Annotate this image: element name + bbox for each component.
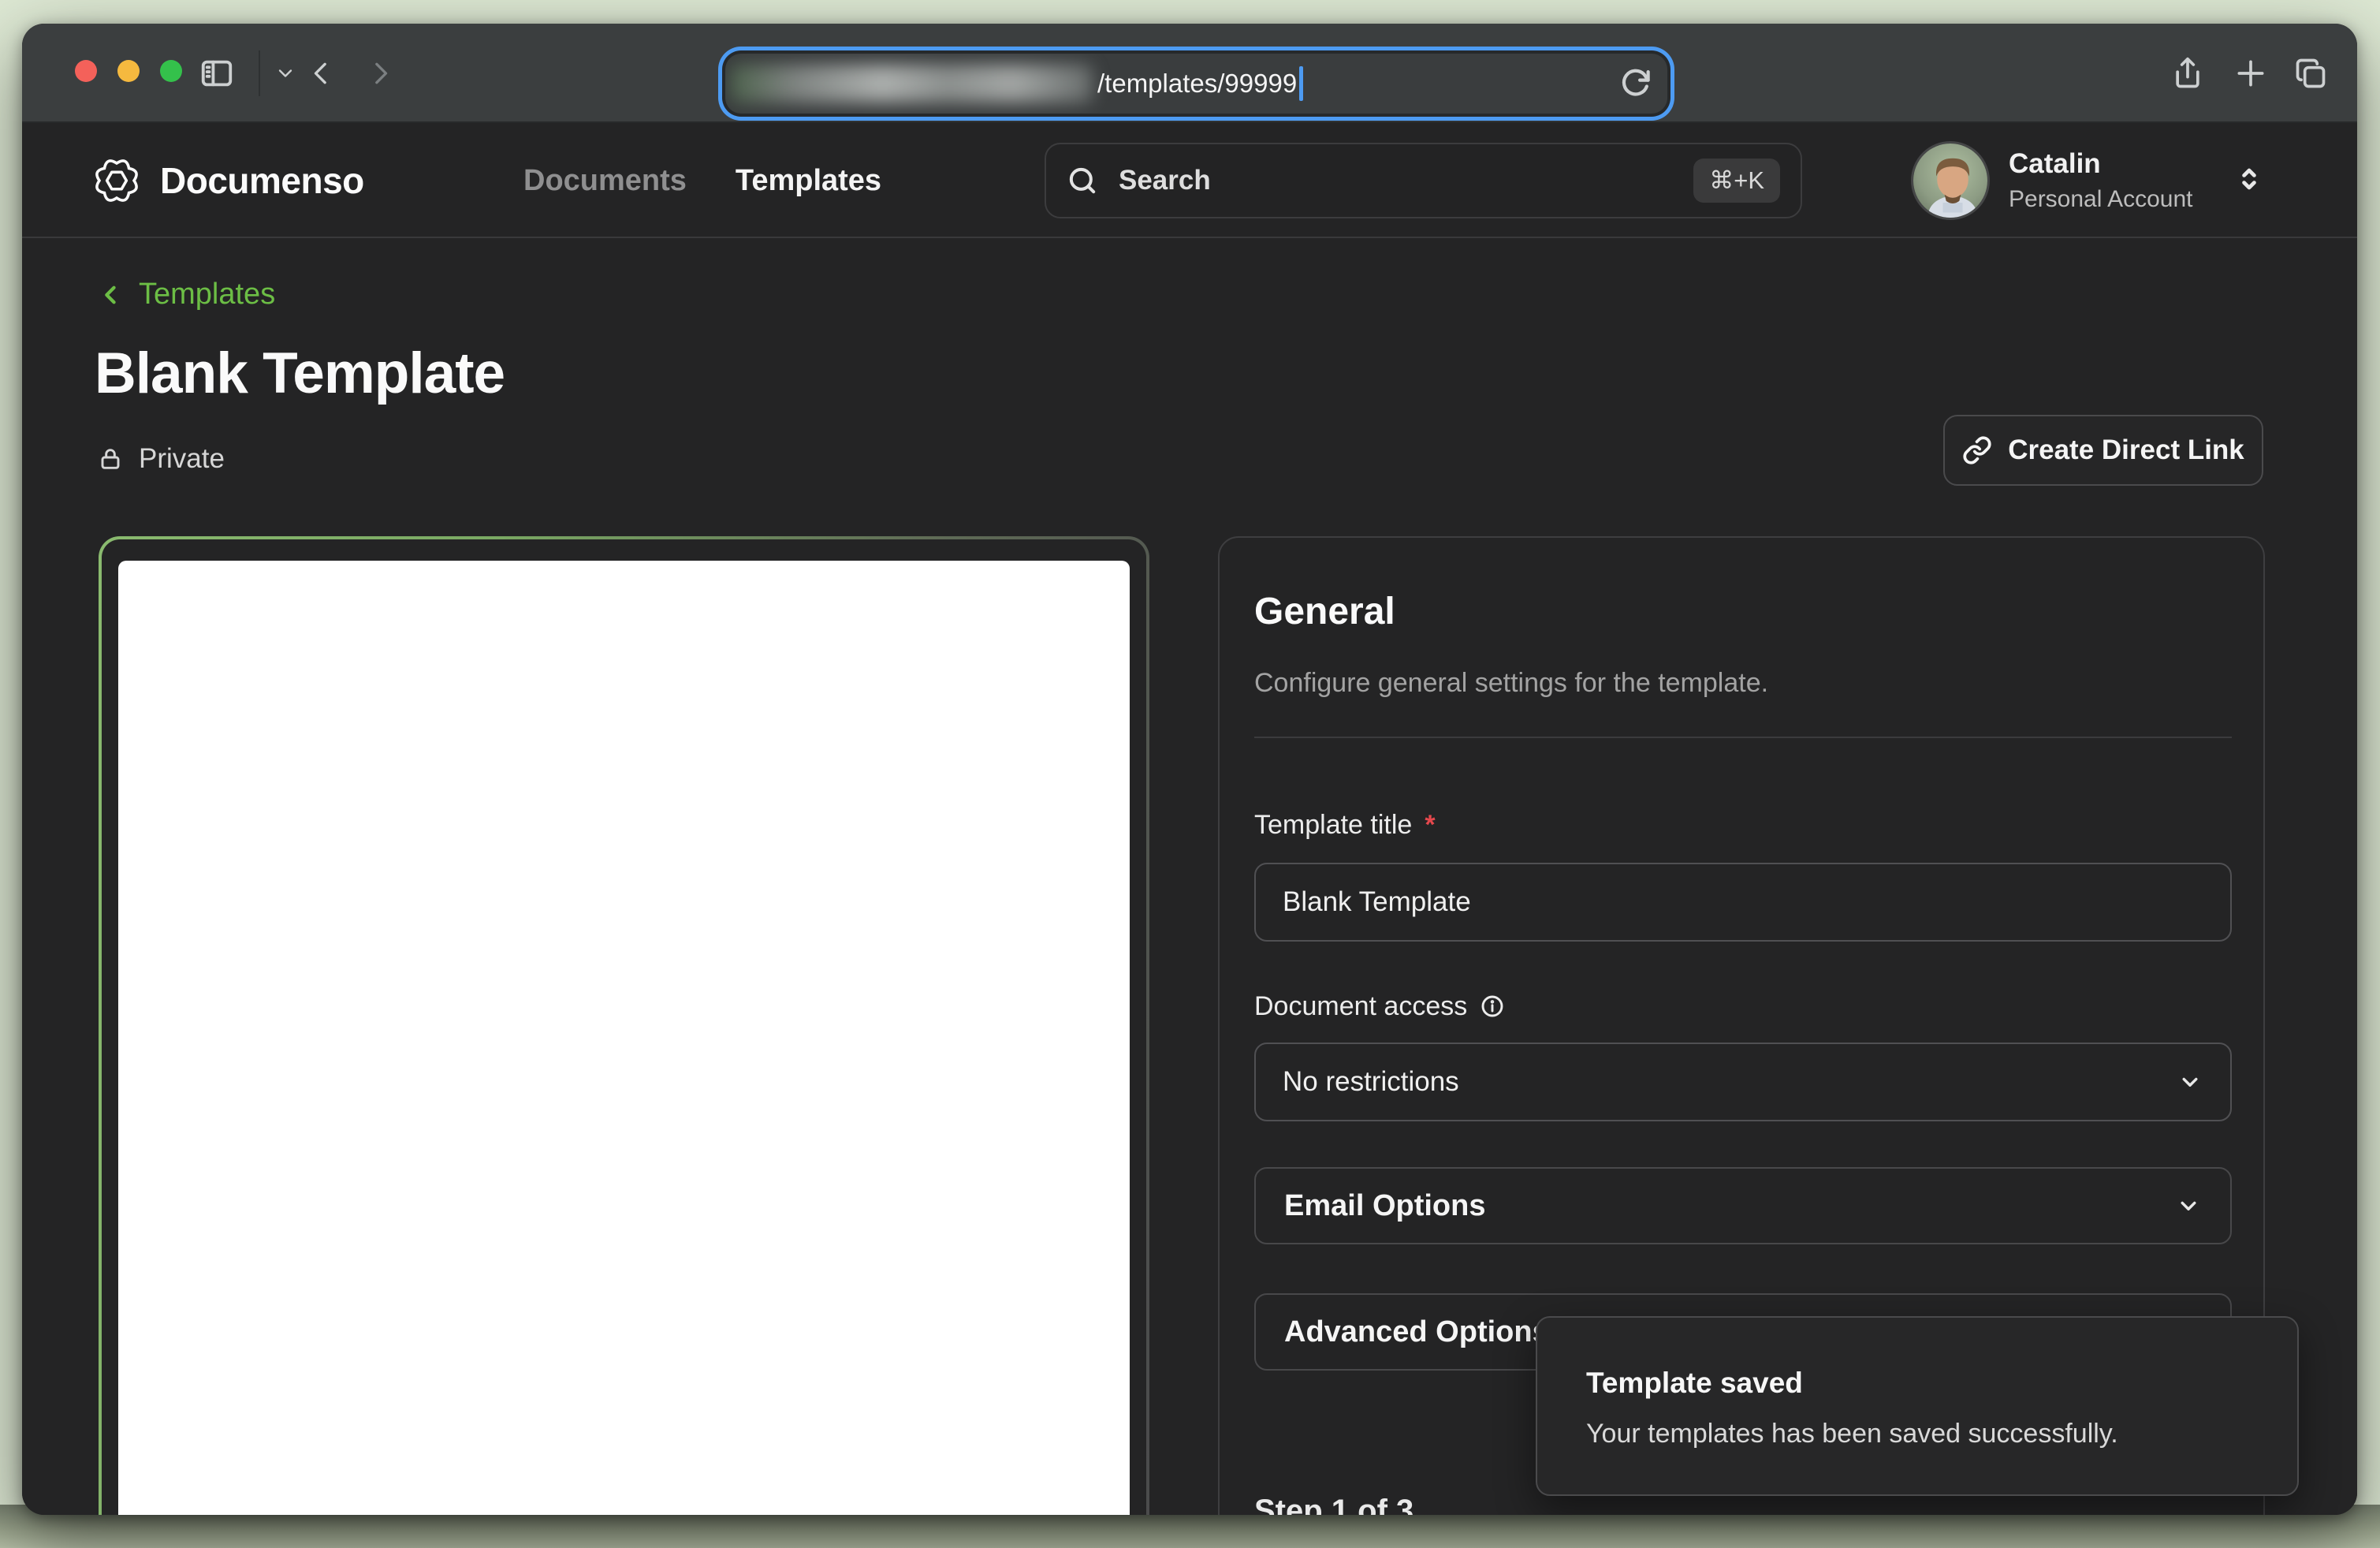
text-caret: [1299, 66, 1303, 101]
nav-item-documents[interactable]: Documents: [523, 164, 687, 198]
sidebar-toggle-button[interactable]: [193, 24, 240, 123]
zoom-window-button[interactable]: [160, 60, 182, 82]
new-tab-button[interactable]: [2223, 24, 2278, 123]
traffic-lights: [75, 60, 182, 82]
address-bar[interactable]: /templates/99999: [725, 54, 1667, 114]
back-button[interactable]: [298, 24, 345, 123]
chevron-down-icon: [2177, 1069, 2203, 1095]
browser-window: /templates/99999: [22, 24, 2357, 1515]
back-icon: [306, 58, 337, 89]
template-preview-card: [99, 536, 1149, 1515]
forward-icon: [364, 58, 396, 89]
brand-name: Documenso: [160, 159, 364, 202]
chevron-down-icon: [2175, 1192, 2202, 1219]
account-menu[interactable]: Catalin Personal Account: [1911, 123, 2266, 238]
step-indicator: Step 1 of 3: [1254, 1494, 2232, 1515]
reload-button[interactable]: [1618, 54, 1652, 114]
new-tab-icon: [2233, 56, 2268, 91]
breadcrumb-label: Templates: [139, 278, 275, 311]
toast-notification: Template saved Your templates has been s…: [1536, 1316, 2299, 1496]
forward-button[interactable]: [356, 24, 404, 123]
main-content: Templates Blank Template Private Create …: [22, 240, 2357, 1515]
breadcrumb[interactable]: Templates: [98, 278, 275, 311]
chevrons-up-down-icon: [2232, 162, 2266, 196]
toast-title: Template saved: [1586, 1367, 2250, 1400]
document-access-select[interactable]: No restrictions: [1254, 1043, 2232, 1121]
share-button[interactable]: [2160, 24, 2215, 123]
template-title-input[interactable]: Blank Template: [1254, 863, 2232, 942]
chevron-down-icon: [274, 62, 296, 84]
tab-overview-icon: [2293, 56, 2328, 91]
panel-description: Configure general settings for the templ…: [1254, 667, 2232, 699]
visibility-label: Private: [139, 443, 225, 475]
browser-toolbar: /templates/99999: [22, 24, 2357, 123]
avatar: [1911, 141, 1990, 220]
primary-nav: Documents Templates: [523, 123, 881, 238]
email-options-section[interactable]: Email Options: [1254, 1167, 2232, 1244]
minimize-window-button[interactable]: [117, 60, 140, 82]
app-header: Documenso Documents Templates Search ⌘+K: [22, 123, 2357, 238]
page-title: Blank Template: [95, 341, 2357, 407]
document-access-value: No restrictions: [1283, 1066, 1459, 1098]
search-icon: [1067, 165, 1098, 196]
share-icon: [2170, 56, 2205, 91]
template-preview-inner: [102, 539, 1146, 1515]
advanced-options-label: Advanced Options: [1284, 1315, 1549, 1349]
nav-item-templates[interactable]: Templates: [736, 164, 881, 198]
account-name: Catalin: [2009, 148, 2192, 180]
toast-message: Your templates has been saved successful…: [1586, 1419, 2250, 1449]
info-icon[interactable]: [1480, 994, 1505, 1019]
reload-icon: [1618, 67, 1652, 100]
panel-divider: [1254, 737, 2232, 738]
email-options-label: Email Options: [1284, 1189, 1485, 1223]
documenso-logo-icon: [91, 155, 143, 207]
url-path: /templates/99999: [1097, 69, 1297, 99]
search-shortcut-badge: ⌘+K: [1693, 159, 1780, 203]
tab-overview-button[interactable]: [2283, 24, 2338, 123]
lock-icon: [98, 446, 123, 472]
template-title-label: Template title *: [1254, 809, 2232, 841]
required-marker: *: [1425, 809, 1435, 841]
chevron-left-icon: [98, 282, 125, 308]
account-switcher-button[interactable]: [2232, 162, 2266, 200]
search-placeholder: Search: [1119, 165, 1693, 196]
toolbar-separator: [259, 50, 260, 96]
create-direct-link-label: Create Direct Link: [2008, 435, 2244, 466]
link-icon: [1962, 435, 1992, 465]
search-input[interactable]: Search ⌘+K: [1045, 143, 1802, 218]
brand-logo[interactable]: Documenso: [91, 123, 364, 238]
create-direct-link-button[interactable]: Create Direct Link: [1943, 415, 2263, 486]
account-type: Personal Account: [2009, 186, 2192, 213]
document-page: [118, 561, 1130, 1515]
template-title-value: Blank Template: [1283, 886, 1471, 918]
url-path-text: /templates/99999: [1097, 66, 1303, 101]
document-access-label: Document access: [1254, 990, 2232, 1022]
blurred-domain: [730, 65, 1093, 103]
panel-heading: General: [1254, 591, 2232, 632]
account-text: Catalin Personal Account: [2009, 148, 2192, 213]
close-window-button[interactable]: [75, 60, 97, 82]
sidebar-toggle-icon: [199, 55, 235, 91]
